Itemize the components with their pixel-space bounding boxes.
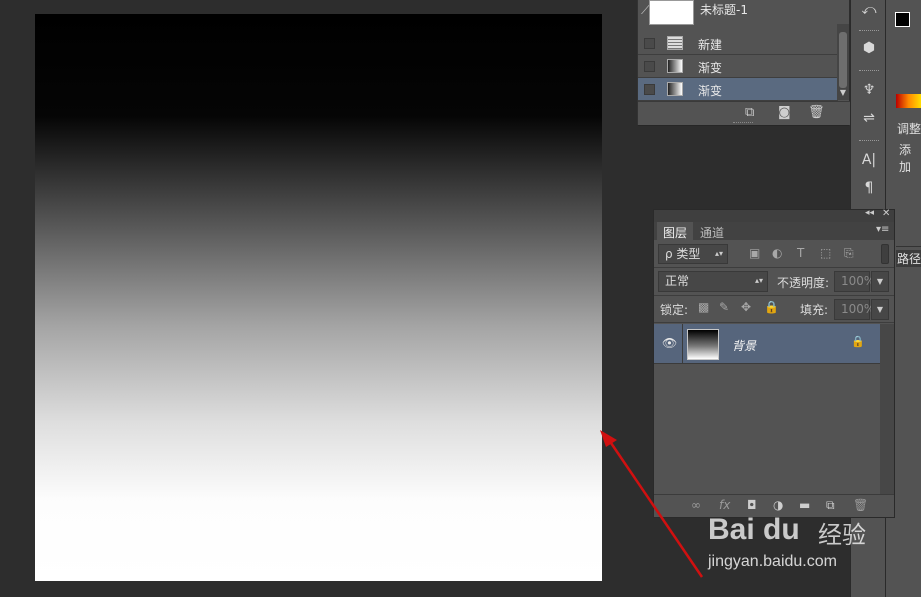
blend-mode-select[interactable]: 正常 ▴▾ [658, 271, 768, 292]
history-panel-icon[interactable]: ⤺ [859, 0, 879, 20]
history-checkbox[interactable] [644, 84, 655, 95]
history-checkbox[interactable] [644, 61, 655, 72]
history-item-gradient-selected[interactable]: 渐变 [638, 78, 838, 101]
spinner-icon: ▴▾ [714, 249, 723, 258]
watermark-suffix: 经验 [818, 521, 866, 549]
gradient-icon [667, 82, 683, 96]
fill-label: 填充: [800, 303, 829, 317]
divider [859, 30, 879, 33]
smart-object-filter-icon[interactable]: ⎘ [844, 246, 854, 261]
panel-titlebar[interactable]: ◂◂ ✕ [654, 208, 894, 222]
document-canvas[interactable] [35, 14, 602, 581]
panel-menu-icon[interactable]: ▾≡ [876, 224, 889, 235]
new-layer-icon[interactable]: ⧉ [826, 498, 835, 513]
layers-tab-bar: 图层 通道 ▾≡ [654, 222, 894, 240]
lock-row: 锁定: ▩ ✎ ✥ 🔒 填充: 100% ▼ [654, 296, 894, 323]
scrollbar-thumb[interactable] [839, 32, 847, 88]
history-scrollbar[interactable]: ▼ [837, 24, 849, 100]
filter-kind-select[interactable]: ρ 类型 ▴▾ [658, 244, 728, 264]
lock-label: 锁定: [660, 303, 689, 317]
opacity-dropdown-icon[interactable]: ▼ [871, 271, 889, 292]
tab-layers[interactable]: 图层 [657, 222, 694, 240]
history-panel: ⟋ 未标题-1 新建 渐变 渐变 ▼ ⧉ ◙ 🗑 [637, 0, 850, 126]
lock-transparency-icon[interactable]: ▩ [698, 300, 709, 314]
visibility-eye-icon[interactable]: 👁 [662, 336, 677, 350]
3d-cube-icon[interactable]: ⬢ [859, 38, 879, 58]
lock-position-icon[interactable]: ✥ [741, 300, 751, 314]
add-adjustment-label: 添加 [899, 143, 912, 174]
divider [859, 140, 879, 143]
filter-kind-value: ρ 类型 [665, 247, 701, 261]
brush-presets-icon[interactable]: ♆ [859, 80, 879, 100]
divider [896, 246, 921, 247]
layer-filter-row: ρ 类型 ▴▾ ▣ ◐ T ⬚ ⎘ [654, 241, 894, 268]
history-item-label: 渐变 [698, 84, 723, 98]
pixel-layer-filter-icon[interactable]: ▣ [749, 246, 760, 260]
trash-icon[interactable]: 🗑 [808, 105, 825, 120]
spinner-icon: ▴▾ [754, 276, 763, 285]
paths-tab[interactable]: 路径 [896, 250, 921, 267]
opacity-field[interactable]: 100% [834, 271, 875, 292]
new-document-from-state-icon[interactable]: ⧉ [745, 105, 754, 120]
close-icon[interactable]: ✕ [882, 208, 890, 219]
history-checkbox[interactable] [644, 38, 655, 49]
new-group-icon[interactable]: ▬ [799, 498, 810, 512]
blend-row: 正常 ▴▾ 不透明度: 100% ▼ [654, 268, 894, 296]
history-item-label: 渐变 [698, 61, 723, 75]
divider [859, 70, 879, 73]
layer-row-background[interactable]: 👁 背景 🔒 [654, 324, 880, 364]
camera-icon[interactable]: ◙ [778, 105, 791, 120]
add-mask-icon[interactable]: ◘ [747, 498, 757, 512]
color-spectrum[interactable] [896, 94, 921, 108]
paragraph-icon[interactable]: ¶ [859, 178, 879, 198]
adjustments-tab[interactable]: 调整 [897, 120, 921, 137]
layer-lock-icon: 🔒 [851, 335, 865, 348]
character-icon[interactable]: A| [859, 150, 879, 170]
history-item-new[interactable]: 新建 [638, 32, 838, 55]
layer-thumbnail[interactable] [687, 329, 719, 360]
scroll-down-icon[interactable]: ▼ [838, 88, 848, 97]
fill-dropdown-icon[interactable]: ▼ [871, 299, 889, 320]
lock-image-pixels-icon[interactable]: ✎ [719, 300, 729, 314]
layer-list: 👁 背景 🔒 [654, 324, 880, 494]
opacity-label: 不透明度: [777, 276, 830, 290]
link-layers-icon[interactable]: ∞ [691, 498, 701, 512]
history-footer: ⧉ ◙ 🗑 [638, 101, 850, 125]
adjustment-layer-icon[interactable]: ◑ [773, 498, 783, 512]
watermark-brand: Bai du [708, 513, 800, 546]
watermark-url: jingyan.baidu.com [708, 553, 837, 570]
history-item-gradient[interactable]: 渐变 [638, 55, 838, 78]
trash-icon[interactable]: 🗑 [853, 498, 868, 512]
fx-icon[interactable]: fx [719, 498, 730, 512]
lock-all-icon[interactable]: 🔒 [764, 300, 779, 314]
document-icon [667, 36, 683, 50]
history-snapshot-thumbnail[interactable] [649, 0, 694, 25]
type-layer-filter-icon[interactable]: T [797, 246, 804, 260]
fill-field[interactable]: 100% [834, 299, 875, 320]
resize-grip[interactable] [733, 122, 753, 125]
adjustment-layer-filter-icon[interactable]: ◐ [772, 246, 782, 260]
collapse-icon[interactable]: ◂◂ [865, 208, 874, 218]
blend-mode-value: 正常 [665, 274, 690, 288]
gradient-icon [667, 59, 683, 73]
filter-toggle[interactable] [881, 244, 889, 264]
foreground-color-swatch[interactable] [895, 12, 910, 27]
layer-name[interactable]: 背景 [732, 337, 756, 354]
history-item-label: 新建 [698, 38, 723, 52]
divider [682, 324, 683, 364]
tab-channels[interactable]: 通道 [694, 222, 730, 240]
layers-panel: ◂◂ ✕ 图层 通道 ▾≡ ρ 类型 ▴▾ ▣ ◐ T ⬚ ⎘ 正常 ▴▾ 不透… [653, 208, 895, 518]
layer-list-scrollbar[interactable] [880, 324, 894, 494]
shape-layer-filter-icon[interactable]: ⬚ [820, 246, 831, 260]
history-snapshot-title[interactable]: 未标题-1 [700, 1, 748, 18]
brush-settings-icon[interactable]: ⇌ [859, 108, 879, 128]
